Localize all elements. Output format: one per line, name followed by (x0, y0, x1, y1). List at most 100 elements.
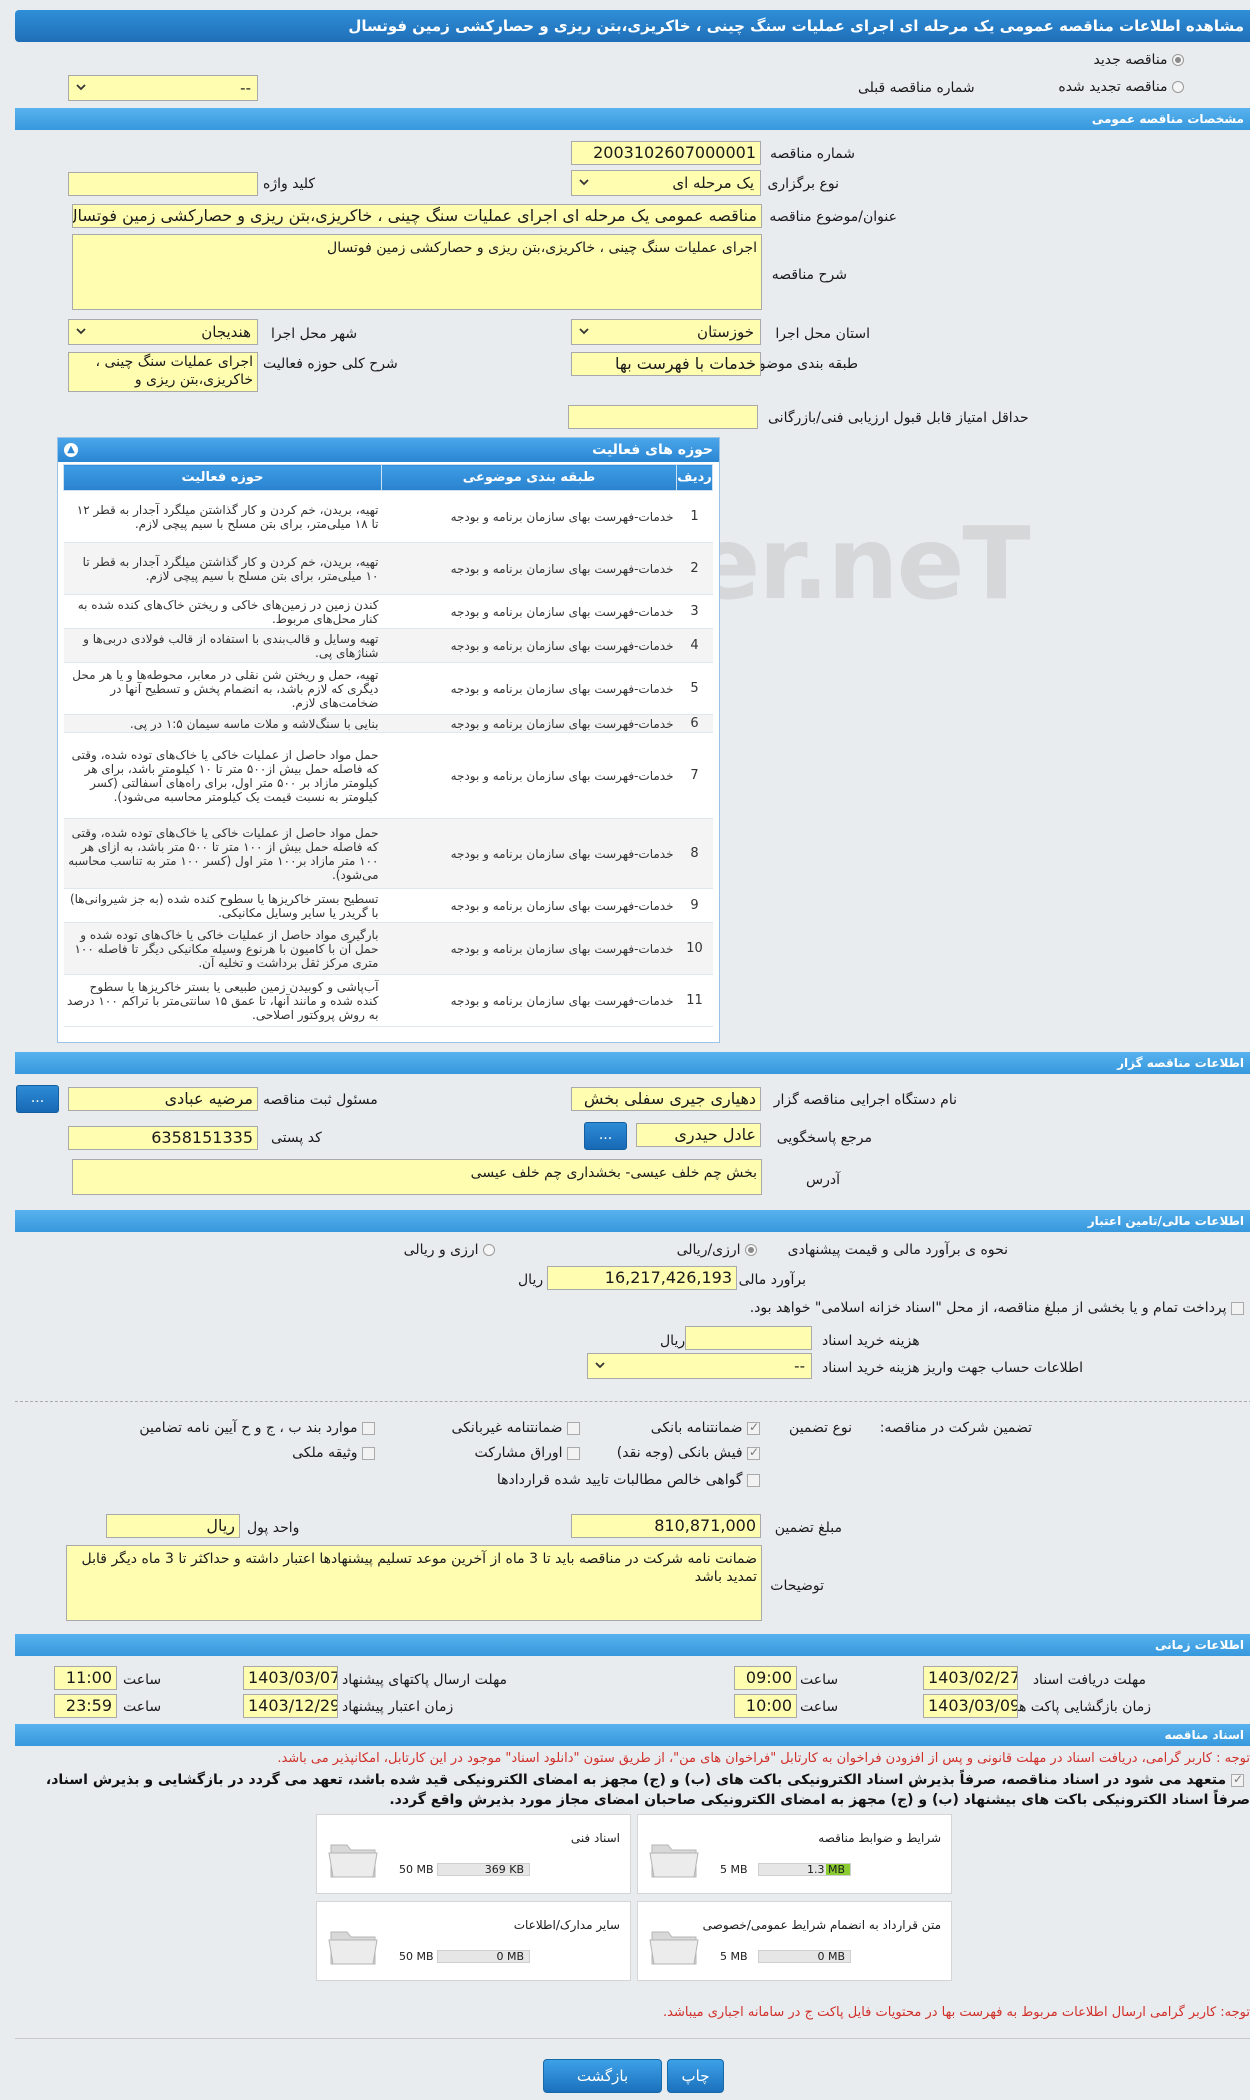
new-tender-radio[interactable] (1172, 54, 1184, 66)
file-box[interactable]: شرایط و ضوابط مناقصه 1.3 MB 5 MB (637, 1814, 952, 1894)
row-number-cell: 5 (676, 662, 713, 715)
validity-time-label: ساعت (123, 1699, 162, 1715)
file-current-size: 0 MB (817, 1950, 845, 1963)
bank-guarantee-label: ضمانتنامه بانکی (650, 1420, 743, 1436)
keyword-label: کلید واژه (263, 176, 316, 192)
responder-more-button[interactable]: ... (584, 1122, 627, 1150)
divider (15, 2038, 1250, 2039)
category-cell: خدمات-فهرست بهای سازمان برنامه و بودجه (381, 974, 677, 1027)
category-cell: خدمات-فهرست بهای سازمان برنامه و بودجه (381, 714, 677, 733)
validity-time-field: 23:59 (54, 1694, 117, 1718)
city-select[interactable]: هندیجان (68, 319, 258, 345)
estimate-currency: ریال (518, 1272, 544, 1288)
guarantee-amount-field: 810,871,000 (571, 1514, 761, 1538)
subject-field: مناقصه عمومی یک مرحله ای اجرای عملیات سن… (72, 204, 762, 228)
collapse-icon[interactable]: ▲ (64, 443, 78, 457)
tender-number-field: 2003102607000001 (571, 141, 761, 165)
category-cell: خدمات-فهرست بهای سازمان برنامه و بودجه (381, 662, 677, 715)
previous-number-value: -- (240, 79, 251, 97)
renewed-tender-radio[interactable] (1172, 81, 1184, 93)
column-header-activity-area: حوزه فعالیت (63, 464, 382, 491)
table-row: 1 خدمات-فهرست بهای سازمان برنامه و بودجه ت… (63, 490, 713, 543)
open-label: زمان بازگشایی پاکت ها (1014, 1699, 1151, 1715)
table-row: 9 خدمات-فهرست بهای سازمان برنامه و بودجه ت… (63, 888, 713, 923)
doc-fee-label: هزینه خرید اسناد (822, 1333, 920, 1349)
folder-icon (649, 1844, 699, 1878)
activities-panel: حوزه های فعالیت ▲ ردیف طبقه بندی موضوعی … (57, 437, 720, 1043)
row-number-cell: 1 (676, 490, 713, 543)
keyword-field[interactable] (68, 172, 258, 196)
rial-radio[interactable] (745, 1244, 757, 1256)
claims-label: گواهی خالص مطالبات تایید شده قراردادها (496, 1472, 743, 1488)
chevron-down-icon (579, 179, 589, 186)
finance-opt-both[interactable]: ارزی و ریالی (404, 1242, 495, 1258)
send-date-field: 1403/03/07 (243, 1666, 338, 1690)
nonbank-guarantee-label: ضمانتنامه غیربانکی (451, 1420, 563, 1436)
guarantee-amount-label: مبلغ تضمین (774, 1520, 842, 1536)
bank-guarantee-checkbox[interactable] (747, 1420, 760, 1435)
receive-time-field: 09:00 (734, 1666, 797, 1690)
file-name: متن قرارداد به انضمام شرایط عمومی/خصوصی (702, 1918, 941, 1932)
finance-opt-rial[interactable]: ارزی/ریالی (677, 1242, 757, 1258)
file-max-size: 50 MB (399, 1950, 434, 1963)
file-box[interactable]: متن قرارداد به انضمام شرایط عمومی/خصوصی … (637, 1901, 952, 1981)
province-select[interactable]: خوزستان (571, 319, 761, 345)
org-field: دهیاری جیری سفلی بخش (571, 1087, 761, 1111)
file-box[interactable]: سایر مدارک/اطلاعات 0 MB 50 MB (316, 1901, 631, 1981)
bank-receipt-checkbox[interactable] (747, 1445, 760, 1460)
method-select[interactable]: یک مرحله ای (571, 170, 761, 196)
file-box[interactable]: اسناد فنی 369 KB 50 MB (316, 1814, 631, 1894)
table-row: 6 خدمات-فهرست بهای سازمان برنامه و بودجه ب… (63, 714, 713, 733)
guarantee-type-label: نوع تضمین (789, 1420, 852, 1436)
renewed-tender-option[interactable]: مناقصه تجدید شده (1058, 79, 1184, 95)
file-name: شرایط و ضوابط مناقصه (818, 1831, 941, 1845)
commitment-text-1: متعهد می شود در اسناد مناقصه، صرفاً بذیر… (45, 1772, 1227, 1788)
registrar-more-button[interactable]: ... (16, 1085, 59, 1113)
print-button[interactable]: چاپ (667, 2059, 724, 2093)
nonbank-guarantee-option: ضمانتنامه غیربانکی (451, 1420, 580, 1436)
category-cell: خدمات-فهرست بهای سازمان برنامه و بودجه (381, 628, 677, 663)
table-row: 7 خدمات-فهرست بهای سازمان برنامه و بودجه ح… (63, 732, 713, 819)
securities-checkbox[interactable] (567, 1446, 580, 1460)
general-section-header: مشخصات مناقصه عمومی (15, 108, 1250, 130)
activity-area-cell: تهیه، بریدن، خم کردن و کار گذاشتن میلگرد… (63, 542, 382, 595)
table-row: 5 خدمات-فهرست بهای سازمان برنامه و بودجه ت… (63, 662, 713, 715)
account-select[interactable]: -- (587, 1353, 812, 1379)
address-label: آدرس (806, 1172, 840, 1188)
new-tender-option[interactable]: مناقصه جدید (1094, 52, 1184, 68)
claims-checkbox[interactable] (747, 1473, 760, 1487)
clauses-checkbox[interactable] (362, 1421, 375, 1435)
row-number-cell: 4 (676, 628, 713, 663)
estimate-label: برآورد مالی (738, 1272, 806, 1288)
treasury-text: پرداخت تمام و یا بخشی از مبلغ مناقصه، از… (749, 1300, 1227, 1316)
nonbank-guarantee-checkbox[interactable] (567, 1421, 580, 1435)
category-cell: خدمات-فهرست بهای سازمان برنامه و بودجه (381, 490, 677, 543)
file-max-size: 5 MB (720, 1950, 748, 1963)
subject-label: عنوان/موضوع مناقصه (769, 209, 897, 225)
commitment-checkbox[interactable] (1231, 1772, 1244, 1787)
property-label: وثیقه ملکی (292, 1445, 358, 1461)
property-checkbox[interactable] (362, 1446, 375, 1460)
currency-label: واحد پول (247, 1520, 300, 1536)
folder-icon (328, 1844, 378, 1878)
treasury-checkbox[interactable] (1231, 1301, 1244, 1315)
property-option: وثیقه ملکی (292, 1445, 375, 1461)
send-label: مهلت ارسال پاکتهای پیشنهاد (342, 1672, 508, 1688)
postal-field: 6358151335 (68, 1126, 258, 1150)
city-value: هندیجان (201, 323, 251, 341)
previous-number-select[interactable]: -- (68, 75, 258, 101)
file-current-size: 1.3 MB (806, 1863, 845, 1876)
category-cell: خدمات-فهرست بهای سازمان برنامه و بودجه (381, 888, 677, 923)
category-field: خدمات با فهرست بها (571, 352, 761, 376)
file-max-size: 5 MB (720, 1863, 748, 1876)
account-label: اطلاعات حساب جهت واریز هزینه خرید اسناد (822, 1360, 1084, 1376)
address-field: بخش چم خلف عیسی- بخشداری چم خلف عیسی (72, 1159, 762, 1195)
activities-panel-title: حوزه های فعالیت (592, 442, 713, 458)
city-label: شهر محل اجرا (271, 326, 358, 342)
row-number-cell: 10 (676, 922, 713, 975)
both-radio[interactable] (483, 1244, 495, 1256)
activity-area-cell: تسطیح بستر خاکریزها یا سطوح کنده شده (به… (63, 888, 382, 923)
receive-date-field: 1403/02/27 (923, 1666, 1018, 1690)
back-button[interactable]: بازگشت (543, 2059, 662, 2093)
activity-area-cell: کندن زمین در زمین‌های خاکی و ریختن خاک‌ه… (63, 594, 382, 629)
